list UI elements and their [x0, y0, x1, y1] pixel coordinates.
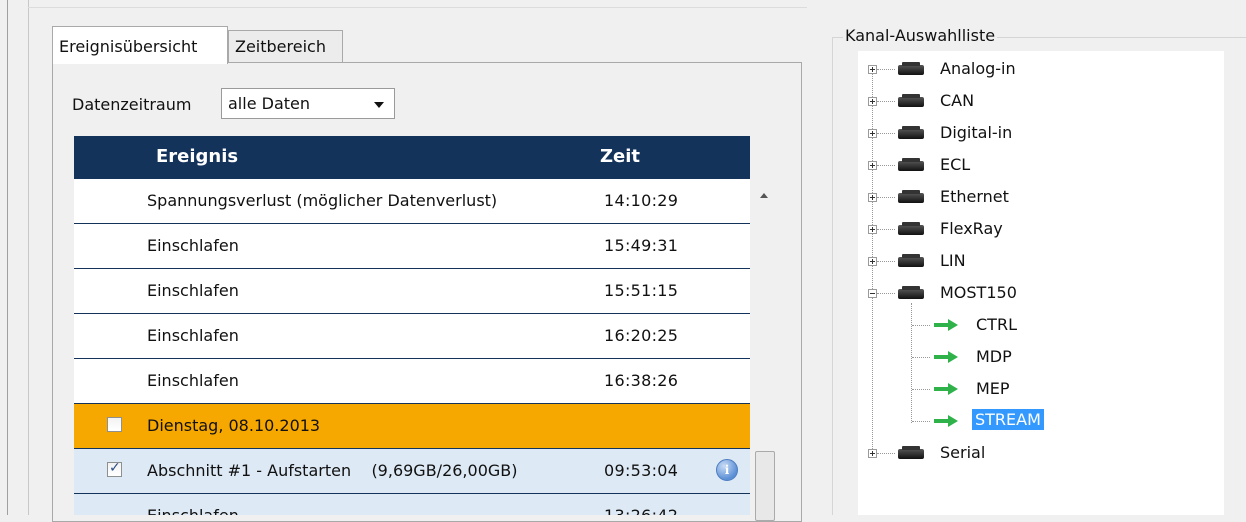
datenzeitraum-select[interactable]: alle Daten: [221, 88, 395, 119]
channel-tree: Analog-in CAN Digital-in ECL Ethernet Fl…: [858, 51, 1224, 515]
tree-item-ethernet[interactable]: Ethernet: [858, 185, 1118, 209]
event-time: 13:26:42: [604, 506, 678, 515]
table-row[interactable]: Einschlafen 13:26:42: [74, 494, 750, 515]
event-text: Einschlafen: [147, 371, 239, 390]
device-icon: [898, 158, 924, 171]
device-icon: [898, 190, 924, 203]
event-text: Abschnitt #1 - Aufstarten (9,69GB/26,00G…: [147, 461, 518, 480]
event-time: 14:10:29: [604, 191, 679, 210]
device-icon: [898, 62, 924, 75]
event-text: Spannungsverlust (möglicher Datenverlust…: [147, 191, 498, 210]
tree-item-label: Serial: [940, 443, 986, 462]
device-icon: [898, 446, 924, 459]
arrow-right-icon: [934, 415, 960, 427]
tab-zeitbereich[interactable]: Zeitbereich: [228, 30, 343, 62]
arrow-right-icon: [934, 319, 960, 331]
tab-ereignisuebersicht[interactable]: Ereignisübersicht: [52, 26, 228, 64]
column-header-event[interactable]: Ereignis: [156, 146, 238, 167]
tree-item-label: MDP: [976, 347, 1012, 366]
tree-item-label: Ethernet: [940, 187, 1009, 206]
arrow-right-icon: [934, 351, 960, 363]
expand-icon[interactable]: [868, 193, 877, 202]
expand-icon[interactable]: [868, 161, 877, 170]
tree-item-digital-in[interactable]: Digital-in: [858, 121, 1118, 145]
tree-item-analog-in[interactable]: Analog-in: [858, 57, 1118, 81]
tree-item-flexray[interactable]: FlexRay: [858, 217, 1118, 241]
device-icon: [898, 222, 924, 235]
table-row[interactable]: Spannungsverlust (möglicher Datenverlust…: [74, 179, 750, 224]
tree-item-label-selected: STREAM: [972, 409, 1044, 430]
datenzeitraum-label: Datenzeitraum: [72, 95, 192, 114]
tree-item-label: LIN: [940, 251, 966, 270]
tree-item-label: Analog-in: [940, 59, 1016, 78]
tree-item-label: Digital-in: [940, 123, 1013, 142]
expand-icon[interactable]: [868, 129, 877, 138]
table-row[interactable]: Einschlafen 15:49:31: [74, 224, 750, 269]
collapse-icon[interactable]: [868, 289, 877, 298]
top-separator: [28, 7, 807, 8]
window-border: [7, 0, 8, 515]
expand-icon[interactable]: [868, 257, 877, 266]
expand-icon[interactable]: [868, 65, 877, 74]
table-row[interactable]: ✓ Abschnitt #1 - Aufstarten (9,69GB/26,0…: [74, 449, 750, 494]
device-icon: [898, 126, 924, 139]
table-header: Ereignis Zeit: [74, 136, 750, 179]
expand-icon[interactable]: [868, 449, 877, 458]
expand-icon[interactable]: [868, 225, 877, 234]
datenzeitraum-value: alle Daten: [228, 94, 311, 113]
tree-item-label: CTRL: [976, 315, 1017, 334]
tree-item-most150[interactable]: MOST150: [858, 281, 1118, 305]
tree-item-mep[interactable]: MEP: [858, 377, 1118, 401]
tree-item-label: MOST150: [940, 283, 1017, 302]
event-text: Einschlafen: [147, 326, 239, 345]
tree-item-ecl[interactable]: ECL: [858, 153, 1118, 177]
panel-border: [28, 0, 29, 515]
tree-item-label: MEP: [976, 379, 1010, 398]
tree-item-stream[interactable]: STREAM: [858, 409, 1118, 433]
scroll-thumb[interactable]: [755, 451, 775, 521]
device-icon: [898, 254, 924, 267]
table-row[interactable]: Einschlafen 16:20:25: [74, 314, 750, 359]
event-time: 09:53:04: [604, 461, 679, 480]
dropdown-arrow-icon: [374, 102, 384, 108]
tree-item-mdp[interactable]: MDP: [858, 345, 1118, 369]
event-table: Ereignis Zeit Spannungsverlust (mögliche…: [74, 136, 750, 515]
tree-item-serial[interactable]: Serial: [858, 441, 1118, 465]
date-group-checkbox[interactable]: [107, 417, 122, 432]
tree-item-label: ECL: [940, 155, 971, 174]
event-text: Einschlafen: [147, 236, 239, 255]
event-time: 15:49:31: [604, 236, 679, 255]
tree-item-label: FlexRay: [940, 219, 1003, 238]
date-group-row[interactable]: Dienstag, 08.10.2013: [74, 404, 750, 449]
info-icon[interactable]: i: [716, 459, 738, 481]
event-time: 16:38:26: [604, 371, 679, 390]
column-header-time[interactable]: Zeit: [600, 146, 640, 167]
scroll-up-icon[interactable]: [760, 193, 768, 198]
table-row[interactable]: Einschlafen 16:38:26: [74, 359, 750, 404]
event-text: Einschlafen: [147, 506, 239, 515]
tree-item-can[interactable]: CAN: [858, 89, 1118, 113]
date-group-text: Dienstag, 08.10.2013: [147, 416, 321, 435]
tree-item-ctrl[interactable]: CTRL: [858, 313, 1118, 337]
table-row[interactable]: Einschlafen 15:51:15: [74, 269, 750, 314]
table-scrollbar[interactable]: [750, 136, 780, 521]
event-time: 15:51:15: [604, 281, 679, 300]
device-icon: [898, 286, 924, 299]
tree-item-lin[interactable]: LIN: [858, 249, 1118, 273]
event-time: 16:20:25: [604, 326, 679, 345]
expand-icon[interactable]: [868, 97, 877, 106]
section-checkbox[interactable]: ✓: [107, 460, 122, 477]
tree-item-label: CAN: [940, 91, 975, 110]
event-text: Einschlafen: [147, 281, 239, 300]
device-icon: [898, 94, 924, 107]
kanal-title: Kanal-Auswahlliste: [843, 26, 998, 45]
arrow-right-icon: [934, 383, 960, 395]
